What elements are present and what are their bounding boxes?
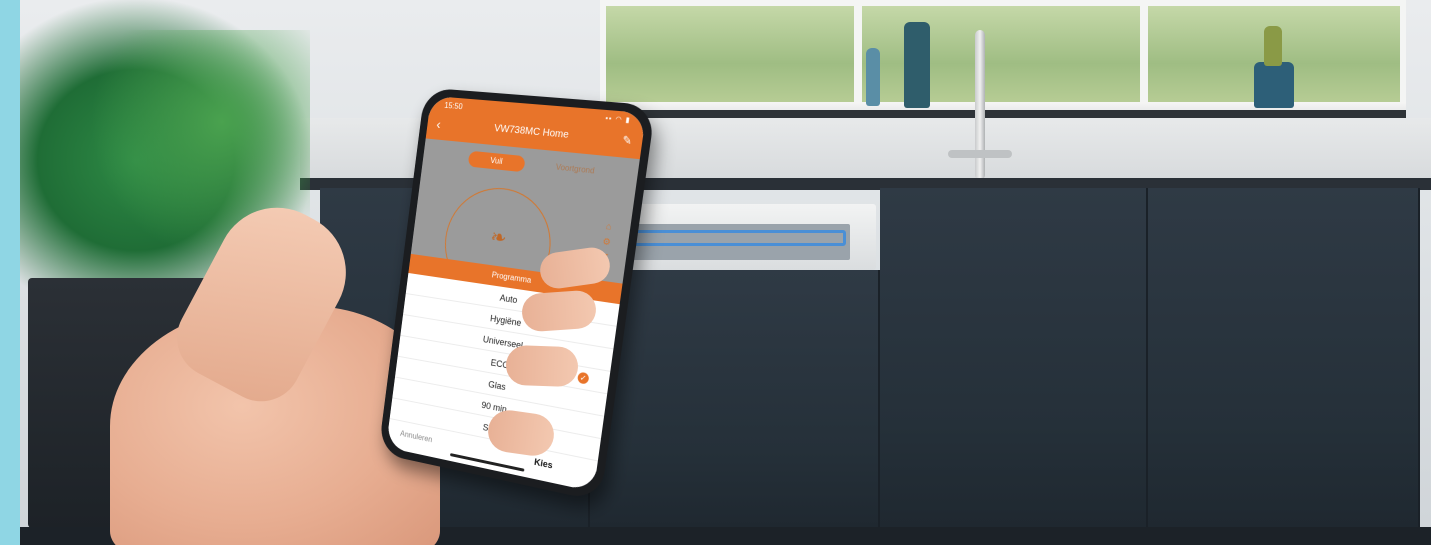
home-icon[interactable]: ⌂ (601, 218, 617, 235)
settings-icon[interactable]: ⚙ (598, 234, 614, 251)
finger-3 (505, 344, 579, 388)
sill-shadow (600, 110, 1406, 118)
app-title: VW738MC Home (493, 123, 570, 141)
status-time: 15:50 (443, 100, 464, 112)
cabinet-middle (880, 188, 1148, 528)
cancel-button[interactable]: Annuleren (400, 429, 433, 444)
kitchen-scene: 15:50 ▪▪ ◠ ▮ ‹ VW738MC Home ✎ Vuil Voort… (0, 0, 1431, 545)
left-edge-strip (0, 0, 20, 545)
cactus (1264, 26, 1282, 66)
finger-2 (520, 289, 598, 333)
eco-leaf-icon: ❧ (489, 226, 508, 250)
edit-icon[interactable]: ✎ (622, 133, 633, 147)
faucet-handle (948, 150, 1012, 158)
vase (1254, 62, 1294, 108)
program-picker-sheet: Programma Auto Hygiëne Universeel ECO ✓ … (385, 253, 623, 492)
bottle-teal (904, 22, 930, 108)
dishwasher-front (590, 270, 880, 528)
window-middle (856, 0, 1146, 108)
bottle-blue (866, 48, 880, 106)
window-left (600, 0, 860, 108)
selected-check-icon: ✓ (577, 371, 590, 385)
cabinet-right (1148, 188, 1420, 528)
dishwasher-rack (624, 230, 846, 246)
back-arrow-icon[interactable]: ‹ (436, 116, 442, 132)
status-icons: ▪▪ ◠ ▮ (604, 115, 632, 125)
choose-button[interactable]: Kies (534, 457, 554, 471)
